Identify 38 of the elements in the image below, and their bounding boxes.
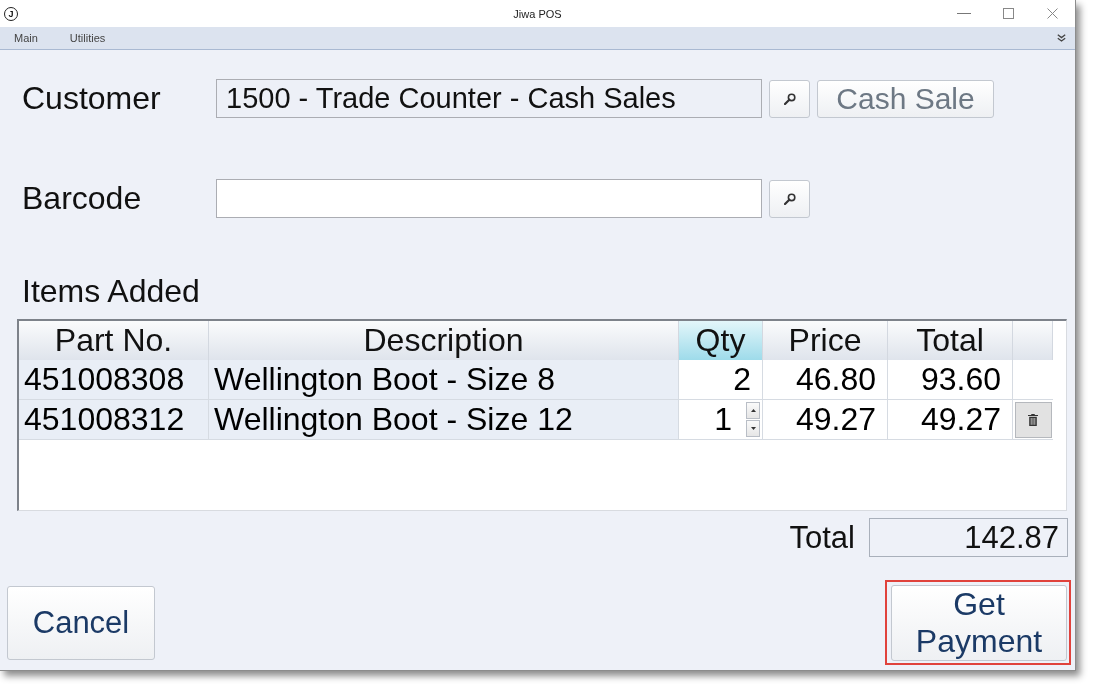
table-cell: 451008308 [19,360,209,399]
barcode-field[interactable] [216,179,762,218]
table-row[interactable]: 451008308 Wellington Boot - Size 8 2 46.80 93.60 [19,360,1053,400]
customer-field[interactable]: 1500 - Trade Counter - Cash Sales [216,79,762,118]
column-header[interactable]: Qty [679,321,763,360]
minimize-icon [957,13,971,14]
total-label: Total [789,519,855,556]
table-cell: 451008312 [19,400,209,439]
field-label: Barcode [22,180,142,217]
table-cell: Wellington Boot - Size 8 [209,360,679,399]
search-icon [783,192,796,205]
search-button[interactable] [769,79,810,118]
section-label: Items Added [22,272,200,310]
column-header[interactable]: Part No. [19,321,209,360]
search-button[interactable] [769,179,810,218]
column-header[interactable]: Description [209,321,679,360]
arrow-down-icon [750,427,756,430]
column-header[interactable]: Total [888,321,1013,360]
spin-up-button[interactable] [746,402,760,419]
action-button[interactable]: Cancel [7,586,155,660]
column-header[interactable]: Price [763,321,888,360]
table-cell: Wellington Boot - Size 12 [209,400,679,439]
delete-button[interactable] [1014,401,1052,438]
action-button[interactable]: Get Payment [891,585,1067,661]
arrow-up-icon [750,409,756,412]
window-title: Jiwa POS [513,7,562,20]
menu-item[interactable]: Main [14,32,38,44]
maximize-icon [1002,8,1014,19]
menu-item[interactable]: Utilities [69,32,106,44]
search-icon [783,92,796,105]
spin-down-button[interactable] [746,420,760,437]
field-label: Customer [22,80,161,117]
chevron-down-icon[interactable] [1057,34,1066,42]
total-field: 142.87 [869,518,1068,557]
close-icon [1046,8,1058,19]
trash-icon [1028,413,1038,426]
table-row[interactable]: 451008312 Wellington Boot - Size 12 1 49.27 49.27 [19,400,1053,440]
column-header [1013,321,1053,360]
